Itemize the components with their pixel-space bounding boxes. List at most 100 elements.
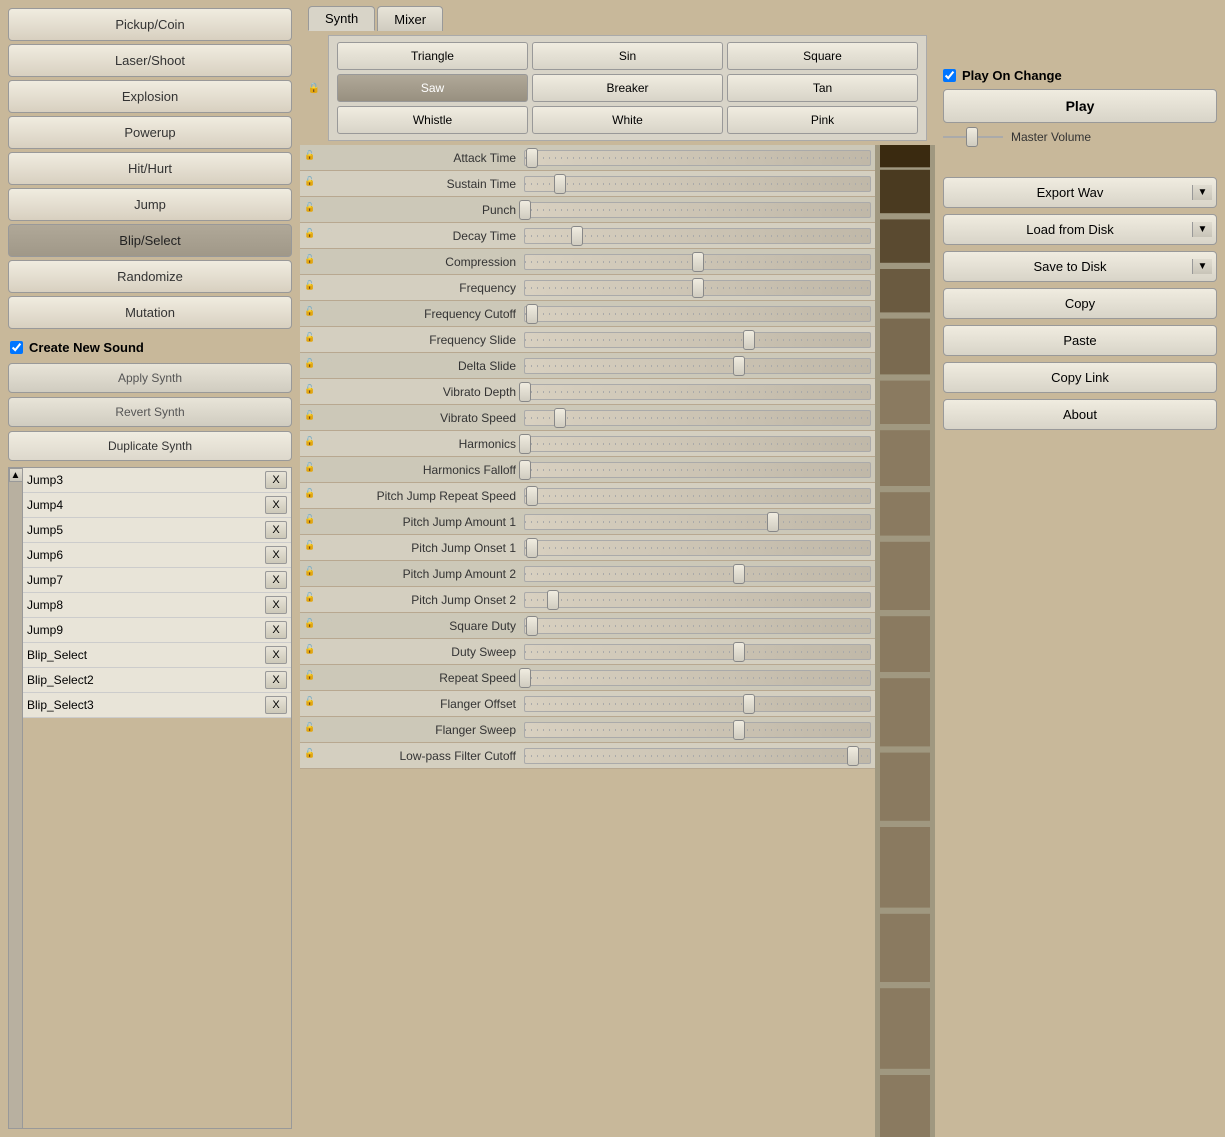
param-lock-repeat-speed[interactable]: 🔓	[304, 670, 320, 686]
tab-synth[interactable]: Synth	[308, 6, 375, 31]
preset-btn-mutation[interactable]: Mutation	[8, 296, 292, 329]
synth-delete-button[interactable]: X	[265, 696, 287, 714]
param-lock-compression[interactable]: 🔓	[304, 254, 320, 270]
param-thumb-punch[interactable]	[519, 200, 531, 220]
synth-delete-button[interactable]: X	[265, 471, 287, 489]
param-slider-pitch-jump-amount-2[interactable]	[524, 566, 871, 582]
export-wav-dropdown[interactable]: ▼	[1192, 185, 1212, 200]
synth-list-scroll-up[interactable]: ▲	[9, 468, 23, 482]
param-thumb-vibrato-depth[interactable]	[519, 382, 531, 402]
preset-btn-pickup-coin[interactable]: Pickup/Coin	[8, 8, 292, 41]
master-volume-slider[interactable]	[943, 129, 1003, 145]
param-lock-attack-time[interactable]: 🔓	[304, 150, 320, 166]
load-from-disk-dropdown[interactable]: ▼	[1192, 222, 1212, 237]
param-lock-harmonics[interactable]: 🔓	[304, 436, 320, 452]
param-thumb-delta-slide[interactable]	[733, 356, 745, 376]
param-slider-delta-slide[interactable]	[524, 358, 871, 374]
play-on-change-checkbox[interactable]	[943, 69, 956, 82]
param-thumb-compression[interactable]	[692, 252, 704, 272]
param-lock-pitch-jump-repeat-speed[interactable]: 🔓	[304, 488, 320, 504]
param-thumb-pitch-jump-repeat-speed[interactable]	[526, 486, 538, 506]
param-slider-harmonics[interactable]	[524, 436, 871, 452]
preset-btn-powerup[interactable]: Powerup	[8, 116, 292, 149]
wave-btn-whistle[interactable]: Whistle	[337, 106, 528, 134]
tab-mixer[interactable]: Mixer	[377, 6, 443, 31]
copy-button[interactable]: Copy	[943, 288, 1217, 319]
param-thumb-sustain-time[interactable]	[554, 174, 566, 194]
param-lock-pitch-jump-onset-1[interactable]: 🔓	[304, 540, 320, 556]
param-lock-duty-sweep[interactable]: 🔓	[304, 644, 320, 660]
synth-delete-button[interactable]: X	[265, 521, 287, 539]
synth-delete-button[interactable]: X	[265, 621, 287, 639]
param-thumb-square-duty[interactable]	[526, 616, 538, 636]
export-wav-button[interactable]: Export Wav ▼	[943, 177, 1217, 208]
param-thumb-flanger-sweep[interactable]	[733, 720, 745, 740]
param-thumb-pitch-jump-onset-1[interactable]	[526, 538, 538, 558]
preset-btn-blip-select[interactable]: Blip/Select	[8, 224, 292, 257]
synth-delete-button[interactable]: X	[265, 646, 287, 664]
synth-delete-button[interactable]: X	[265, 571, 287, 589]
param-lock-square-duty[interactable]: 🔓	[304, 618, 320, 634]
param-slider-pitch-jump-amount-1[interactable]	[524, 514, 871, 530]
param-lock-pitch-jump-onset-2[interactable]: 🔓	[304, 592, 320, 608]
play-button[interactable]: Play	[943, 89, 1217, 123]
param-thumb-harmonics[interactable]	[519, 434, 531, 454]
wave-btn-square[interactable]: Square	[727, 42, 918, 70]
param-slider-flanger-sweep[interactable]	[524, 722, 871, 738]
param-lock-frequency-cutoff[interactable]: 🔓	[304, 306, 320, 322]
param-thumb-harmonics-falloff[interactable]	[519, 460, 531, 480]
param-lock-decay-time[interactable]: 🔓	[304, 228, 320, 244]
param-thumb-pitch-jump-onset-2[interactable]	[547, 590, 559, 610]
param-slider-duty-sweep[interactable]	[524, 644, 871, 660]
param-slider-decay-time[interactable]	[524, 228, 871, 244]
param-thumb-frequency-slide[interactable]	[743, 330, 755, 350]
wave-btn-breaker[interactable]: Breaker	[532, 74, 723, 102]
preset-btn-hit-hurt[interactable]: Hit/Hurt	[8, 152, 292, 185]
param-slider-sustain-time[interactable]	[524, 176, 871, 192]
param-slider-pitch-jump-onset-1[interactable]	[524, 540, 871, 556]
param-lock-vibrato-depth[interactable]: 🔓	[304, 384, 320, 400]
wave-btn-pink[interactable]: Pink	[727, 106, 918, 134]
param-slider-pitch-jump-onset-2[interactable]	[524, 592, 871, 608]
param-thumb-low-pass-filter-cutoff[interactable]	[847, 746, 859, 766]
param-slider-compression[interactable]	[524, 254, 871, 270]
preset-btn-jump[interactable]: Jump	[8, 188, 292, 221]
param-slider-repeat-speed[interactable]	[524, 670, 871, 686]
param-thumb-pitch-jump-amount-1[interactable]	[767, 512, 779, 532]
param-slider-harmonics-falloff[interactable]	[524, 462, 871, 478]
synth-delete-button[interactable]: X	[265, 496, 287, 514]
param-lock-sustain-time[interactable]: 🔓	[304, 176, 320, 192]
param-thumb-decay-time[interactable]	[571, 226, 583, 246]
param-slider-vibrato-depth[interactable]	[524, 384, 871, 400]
param-slider-vibrato-speed[interactable]	[524, 410, 871, 426]
save-to-disk-dropdown[interactable]: ▼	[1192, 259, 1212, 274]
wave-btn-sin[interactable]: Sin	[532, 42, 723, 70]
copy-link-button[interactable]: Copy Link	[943, 362, 1217, 393]
param-lock-delta-slide[interactable]: 🔓	[304, 358, 320, 374]
param-slider-flanger-offset[interactable]	[524, 696, 871, 712]
synth-delete-button[interactable]: X	[265, 596, 287, 614]
preset-btn-randomize[interactable]: Randomize	[8, 260, 292, 293]
param-lock-flanger-offset[interactable]: 🔓	[304, 696, 320, 712]
param-thumb-pitch-jump-amount-2[interactable]	[733, 564, 745, 584]
param-slider-attack-time[interactable]	[524, 150, 871, 166]
param-lock-pitch-jump-amount-2[interactable]: 🔓	[304, 566, 320, 582]
param-lock-pitch-jump-amount-1[interactable]: 🔓	[304, 514, 320, 530]
save-to-disk-button[interactable]: Save to Disk ▼	[943, 251, 1217, 282]
synth-delete-button[interactable]: X	[265, 546, 287, 564]
wave-btn-white[interactable]: White	[532, 106, 723, 134]
apply-synth-button[interactable]: Apply Synth	[8, 363, 292, 393]
param-slider-pitch-jump-repeat-speed[interactable]	[524, 488, 871, 504]
load-from-disk-button[interactable]: Load from Disk ▼	[943, 214, 1217, 245]
about-button[interactable]: About	[943, 399, 1217, 430]
wave-btn-tan[interactable]: Tan	[727, 74, 918, 102]
param-thumb-attack-time[interactable]	[526, 148, 538, 168]
param-thumb-duty-sweep[interactable]	[733, 642, 745, 662]
duplicate-synth-button[interactable]: Duplicate Synth	[8, 431, 292, 461]
param-lock-punch[interactable]: 🔓	[304, 202, 320, 218]
param-thumb-frequency[interactable]	[692, 278, 704, 298]
param-lock-harmonics-falloff[interactable]: 🔓	[304, 462, 320, 478]
param-lock-flanger-sweep[interactable]: 🔓	[304, 722, 320, 738]
paste-button[interactable]: Paste	[943, 325, 1217, 356]
param-lock-vibrato-speed[interactable]: 🔓	[304, 410, 320, 426]
